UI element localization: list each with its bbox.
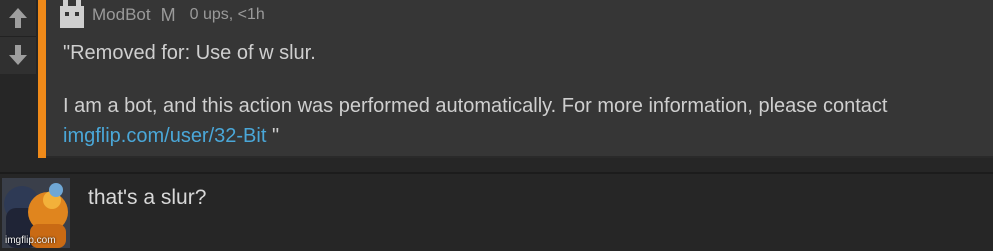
closing-quote: " [266,125,280,147]
upvote-button[interactable] [0,0,36,37]
comment-bottom-border [46,156,993,158]
arrow-down-icon [9,45,27,65]
comment-line-1: "Removed for: Use of w slur. [63,42,316,64]
comment-line-2: I am a bot, and this action was performe… [63,95,888,117]
arrow-up-icon [9,8,27,28]
comment-meta: 0 ups, <1h [189,6,265,23]
bot-avatar-icon[interactable] [58,0,86,30]
imgflip-watermark: imgflip.com [5,235,56,246]
comment-header: ModBot M 0 ups, <1h [58,0,265,30]
user-profile-link[interactable]: imgflip.com/user/32-Bit [63,125,266,147]
modbot-comment: ModBot M 0 ups, <1h "Removed for: Use of… [38,0,993,158]
user-avatar[interactable]: imgflip.com [2,178,70,248]
comment-username[interactable]: ModBot [92,5,151,25]
mod-badge: M [160,4,176,25]
reply-text: that's a slur? [88,186,207,209]
vote-column [0,0,36,74]
comment-line-3: imgflip.com/user/32-Bit " [63,125,279,148]
downvote-button[interactable] [0,37,36,73]
reply-comment: imgflip.com that's a slur? [0,174,993,251]
